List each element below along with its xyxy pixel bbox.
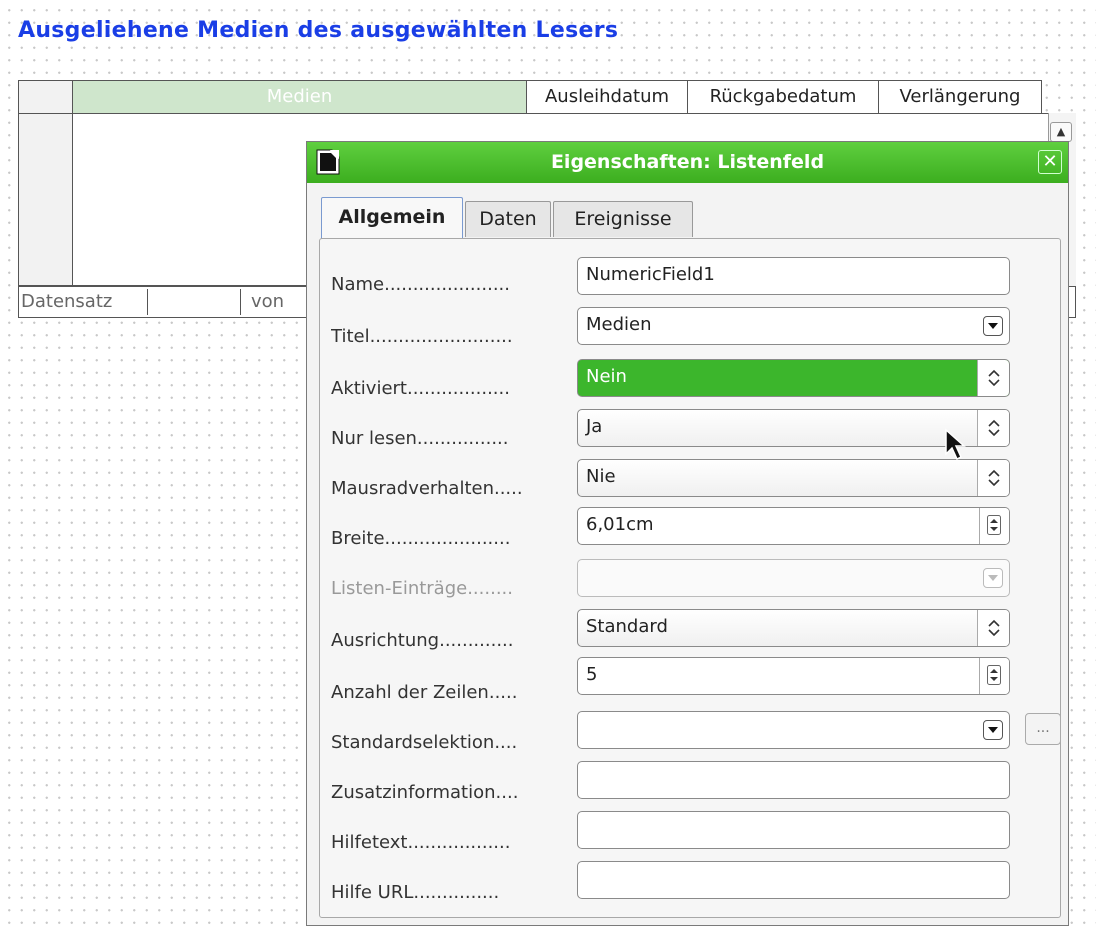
breite-value: 6,01cm xyxy=(586,514,654,535)
titel-dropdown[interactable]: Medien xyxy=(577,307,1010,345)
hilfe-url-input[interactable] xyxy=(577,861,1010,899)
numeric-spin-button[interactable] xyxy=(979,508,1009,544)
chevron-down-icon[interactable] xyxy=(983,568,1003,588)
properties-dialog: Eigenschaften: Listenfeld ✕ Allgemein Da… xyxy=(306,141,1069,926)
dialog-titlebar[interactable]: Eigenschaften: Listenfeld ✕ xyxy=(307,142,1068,183)
label-listen-eintraege: Listen-Einträge........ xyxy=(331,578,513,599)
nur-lesen-value: Ja xyxy=(586,416,603,437)
record-label: Datensatz xyxy=(21,291,113,312)
record-of-label: von xyxy=(251,291,285,312)
zusatzinformation-input[interactable] xyxy=(577,761,1010,799)
label-titel: Titel......................... xyxy=(331,326,513,347)
label-zusatzinformation: Zusatzinformation.... xyxy=(331,782,519,803)
aktiviert-value: Nein xyxy=(586,366,627,387)
spin-updown-icon[interactable] xyxy=(977,610,1009,646)
chevron-down-icon[interactable] xyxy=(983,720,1003,740)
dialog-title: Eigenschaften: Listenfeld xyxy=(550,151,825,173)
chevron-down-icon[interactable] xyxy=(983,316,1003,336)
hilfetext-input[interactable] xyxy=(577,811,1010,849)
numeric-spin-button[interactable] xyxy=(979,658,1009,694)
grid-row-header xyxy=(18,113,73,286)
label-anzahl-der-zeilen: Anzahl der Zeilen..... xyxy=(331,682,518,703)
tab-allgemein[interactable]: Allgemein xyxy=(321,197,463,239)
ausrichtung-listbox[interactable]: Standard xyxy=(577,609,1010,647)
label-standardselektion: Standardselektion.... xyxy=(331,732,518,753)
close-icon[interactable]: ✕ xyxy=(1038,150,1062,174)
mouse-pointer-icon xyxy=(945,428,966,461)
tab-daten[interactable]: Daten xyxy=(465,201,551,237)
titel-value: Medien xyxy=(586,314,652,335)
column-header-medien[interactable]: Medien xyxy=(72,80,527,114)
label-mausradverhalten: Mausradverhalten..... xyxy=(331,478,523,499)
label-hilfetext: Hilfetext.................. xyxy=(331,832,511,853)
grid-corner-cell xyxy=(18,80,73,114)
column-header-verlaengerung[interactable]: Verlängerung xyxy=(878,80,1042,114)
mausradverhalten-value: Nie xyxy=(586,466,616,487)
label-aktiviert: Aktiviert.................. xyxy=(331,378,510,399)
tab-ereignisse[interactable]: Ereignisse xyxy=(553,201,693,237)
browse-button[interactable]: ... xyxy=(1025,713,1061,745)
mausradverhalten-listbox[interactable]: Nie xyxy=(577,459,1010,497)
spin-updown-icon[interactable] xyxy=(977,360,1009,396)
spin-updown-icon[interactable] xyxy=(977,410,1009,446)
column-header-rueckgabedatum[interactable]: Rückgabedatum xyxy=(687,80,879,114)
name-input[interactable]: NumericField1 xyxy=(577,257,1010,295)
record-number-field[interactable] xyxy=(147,289,241,315)
spin-updown-icon[interactable] xyxy=(977,460,1009,496)
standardselektion-dropdown[interactable] xyxy=(577,711,1010,749)
breite-numeric-field[interactable]: 6,01cm xyxy=(577,507,1010,545)
anzahl-der-zeilen-value: 5 xyxy=(586,664,598,685)
column-header-ausleihdatum[interactable]: Ausleihdatum xyxy=(526,80,688,114)
scroll-up-icon[interactable]: ▲ xyxy=(1050,122,1072,142)
label-name: Name...................... xyxy=(331,274,510,295)
page-heading: Ausgeliehene Medien des ausgewählten Les… xyxy=(18,18,619,43)
label-hilfe-url: Hilfe URL............... xyxy=(331,882,500,903)
label-nur-lesen: Nur lesen................ xyxy=(331,428,509,449)
aktiviert-listbox[interactable]: Nein xyxy=(577,359,1010,397)
ausrichtung-value: Standard xyxy=(586,616,668,637)
label-ausrichtung: Ausrichtung............. xyxy=(331,630,514,651)
listen-eintraege-dropdown[interactable] xyxy=(577,559,1010,597)
label-breite: Breite...................... xyxy=(331,528,511,549)
grid-header-row: Medien Ausleihdatum Rückgabedatum Verlän… xyxy=(18,80,1076,114)
anzahl-der-zeilen-numeric-field[interactable]: 5 xyxy=(577,657,1010,695)
libreoffice-document-icon xyxy=(316,149,340,175)
